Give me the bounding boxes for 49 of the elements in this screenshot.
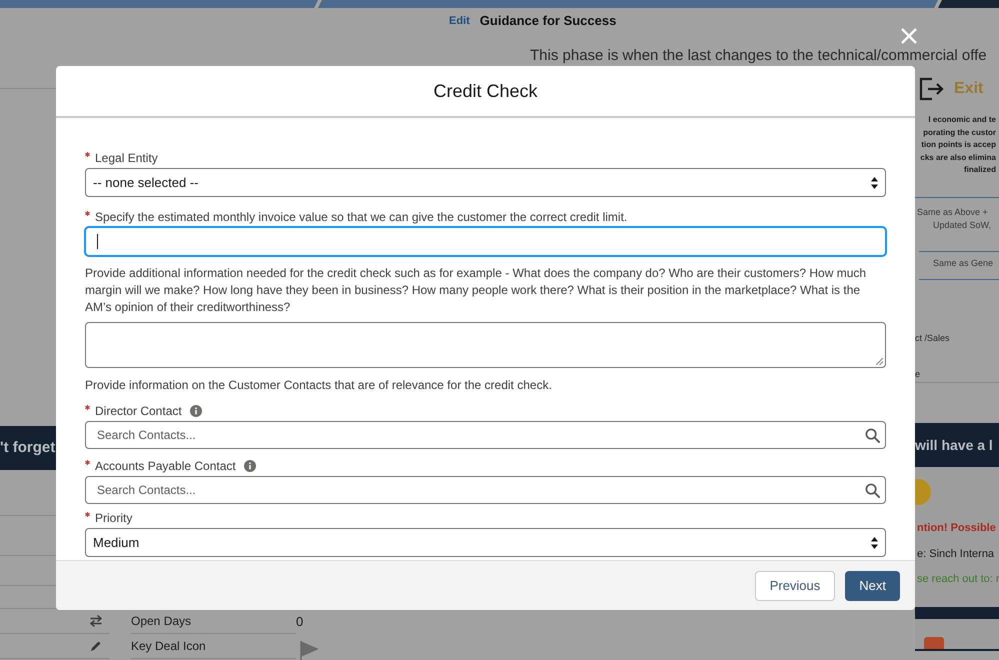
textarea-field[interactable] xyxy=(85,322,886,368)
select-arrows-icon xyxy=(871,536,878,548)
field-label: Specify the estimated monthly invoice value so that we can give the customer the correct credit limit. xyxy=(95,209,628,226)
field-value: 0 xyxy=(296,612,304,631)
field-label: Priority xyxy=(95,510,132,527)
reminder-banner: will have a l xyxy=(915,423,999,467)
phase-description: This phase is when the last changes to the technical/commercial offe xyxy=(530,48,987,64)
field-label: Accounts Payable Contact xyxy=(95,458,236,475)
search-icon xyxy=(865,482,880,498)
text-caret xyxy=(97,234,98,249)
exit-label: Exit xyxy=(954,79,984,99)
note-text: Same as Above + xyxy=(916,206,989,218)
phase-detail-text: porating the custor xyxy=(923,126,996,139)
select-arrows-icon xyxy=(871,176,878,188)
search-icon xyxy=(865,428,880,442)
account-text: e: Sinch Interna xyxy=(917,546,996,562)
field-label: Legal Entity xyxy=(95,150,158,167)
exit-icon xyxy=(918,77,944,101)
field-label: Provide additional information needed for the credit check such as for example - What does the company do? Who are their customers? How much margin will we make? How long have they been in business? How many people work there? What is their position in the marketplace? What is the AM’s opinion of their creditworthiness? xyxy=(85,266,866,314)
text-input-field[interactable] xyxy=(85,227,886,256)
flag-icon xyxy=(300,640,318,660)
close-button[interactable] xyxy=(900,27,917,44)
next-button[interactable]: Next xyxy=(845,570,900,600)
role-text: e xyxy=(915,368,922,380)
resize-handle-icon xyxy=(876,358,883,365)
alert-text: ntion! Possible xyxy=(917,521,997,536)
phase-detail-text: cks are also elimina xyxy=(920,152,996,164)
section-title: Guidance for Success xyxy=(480,12,616,30)
note-text: Same as Gene xyxy=(932,256,994,270)
dialog-title: Credit Check xyxy=(433,80,538,102)
swap-icon xyxy=(90,615,102,627)
phase-detail-text: tion points is accep xyxy=(921,139,996,151)
close-icon xyxy=(900,28,916,44)
role-text: ct /Sales xyxy=(915,332,951,345)
field-label: Open Days xyxy=(131,613,192,630)
select-field[interactable]: Medium xyxy=(85,528,886,557)
field-label: Key Deal Icon xyxy=(131,638,206,655)
section-note: Provide information on the Customer Contacts that are of relevance for the credit check. xyxy=(85,377,553,394)
contact-search-field[interactable]: Search Contacts... xyxy=(85,476,886,504)
contact-search-field[interactable]: Search Contacts... xyxy=(85,421,886,449)
note-text: Updated SoW, xyxy=(932,219,992,232)
phase-detail-text: l economic and te xyxy=(928,114,996,126)
pencil-icon xyxy=(90,640,102,652)
select-field[interactable]: -- none selected -- xyxy=(85,168,886,197)
contact-hint-text: se reach out to: r xyxy=(917,572,999,587)
phase-detail-text: finalized xyxy=(964,164,996,176)
field-label: Director Contact xyxy=(95,403,182,420)
previous-button[interactable]: Previous xyxy=(754,570,836,600)
products-icon xyxy=(924,637,944,649)
